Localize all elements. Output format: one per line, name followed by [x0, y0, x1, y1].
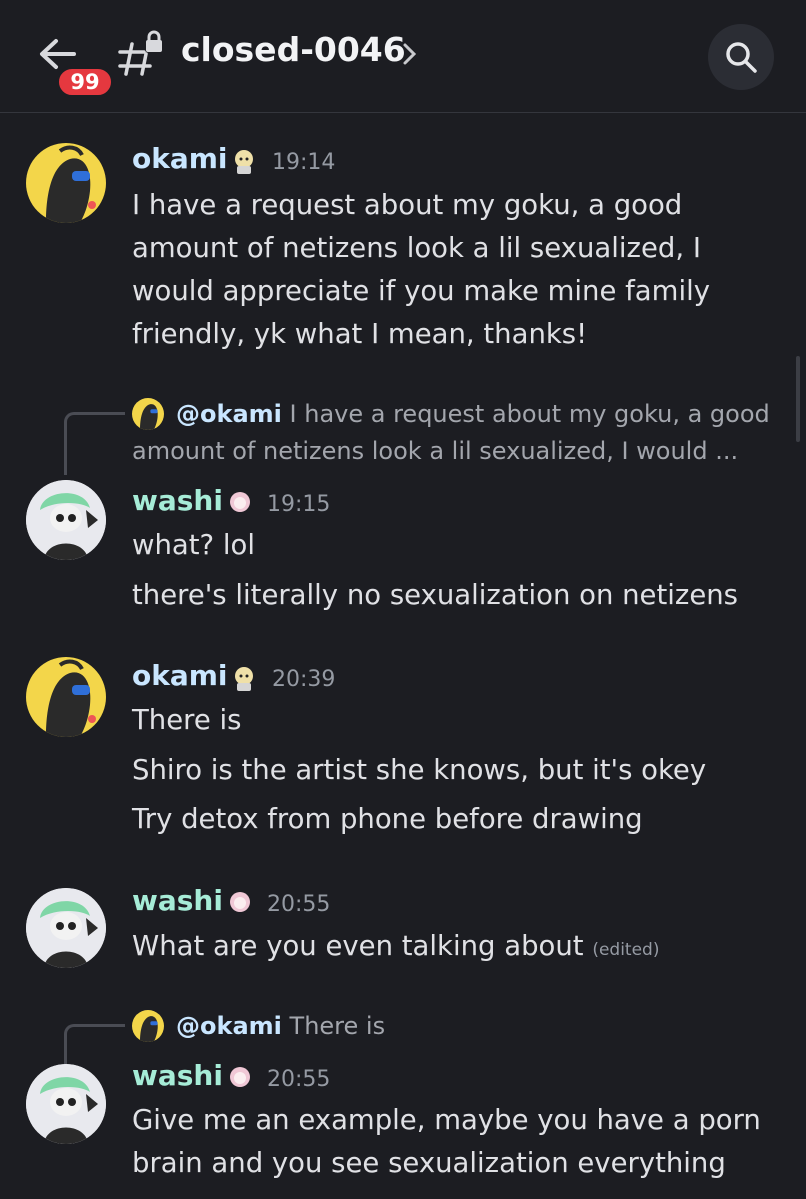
message-line: Shiro is the artist she knows, but it's …	[132, 754, 707, 786]
author-name[interactable]: washi	[132, 484, 223, 517]
avatar-washi[interactable]	[26, 480, 106, 560]
search-icon	[726, 42, 757, 73]
reply-snippet-line2: amount of netizens look a lil sexualized…	[132, 437, 739, 465]
message-line: friendly, yk what I mean, thanks!	[132, 318, 588, 350]
channel-header: 99 closed-0046	[0, 0, 806, 113]
avatar-okami[interactable]	[26, 143, 106, 223]
locked-thread-icon	[118, 30, 164, 80]
message-line: Try detox from phone before drawing	[132, 803, 643, 835]
message-content[interactable]: What are you even talking about (edited)	[132, 925, 659, 972]
role-badge-icon	[230, 1067, 250, 1087]
avatar-washi[interactable]	[26, 1064, 106, 1144]
scrollbar-thumb[interactable]	[796, 356, 800, 442]
okami-avatar-image	[46, 659, 96, 737]
author-name[interactable]: washi	[132, 884, 223, 917]
okami-avatar-image	[46, 145, 96, 223]
message-content[interactable]: There is	[132, 699, 241, 742]
unread-badge: 99	[56, 66, 114, 98]
message-content[interactable]: Shiro is the artist she knows, but it's …	[132, 749, 706, 792]
author-name[interactable]: washi	[132, 1059, 223, 1092]
reply-connector	[64, 412, 125, 475]
reply-avatar	[132, 398, 164, 430]
message-line: would appreciate if you make mine family	[132, 275, 710, 307]
message-timestamp: 20:55	[267, 892, 331, 917]
author-name[interactable]: okami	[132, 142, 228, 175]
message-timestamp: 19:15	[267, 492, 331, 517]
message-line: brain and you see sexualization everythi…	[132, 1147, 726, 1179]
message-timestamp: 19:14	[272, 150, 336, 175]
search-button[interactable]	[708, 24, 774, 90]
author-name[interactable]: okami	[132, 659, 228, 692]
reply-snippet: I have a request about my goku, a good	[289, 400, 770, 428]
message-timestamp: 20:55	[267, 1067, 331, 1092]
message-content[interactable]: what? lol	[132, 524, 255, 567]
channel-name[interactable]: closed-0046	[181, 30, 406, 69]
washi-avatar-image	[26, 480, 106, 560]
reply-avatar	[132, 1010, 164, 1042]
reply-mention: @okami	[176, 1012, 282, 1040]
washi-avatar-image	[26, 1064, 106, 1144]
role-badge-icon	[230, 892, 250, 912]
reply-preview[interactable]: @okami There is	[176, 1008, 385, 1045]
message-line: what? lol	[132, 529, 255, 561]
washi-avatar-image	[26, 888, 106, 968]
role-badge-icon	[235, 150, 253, 174]
message-line: Give me an example, maybe you have a por…	[132, 1104, 761, 1136]
message-content[interactable]: there's literally no sexualization on ne…	[132, 574, 738, 617]
role-badge-icon	[230, 492, 250, 512]
message-content[interactable]: Give me an example, maybe you have a por…	[132, 1099, 761, 1185]
message-content[interactable]: I have a request about my goku, a good a…	[132, 184, 710, 356]
reply-mention: @okami	[176, 400, 282, 428]
reply-snippet: There is	[289, 1012, 386, 1040]
message-timestamp: 20:39	[272, 667, 336, 692]
message-line: There is	[132, 704, 242, 736]
message-content[interactable]: Try detox from phone before drawing	[132, 798, 643, 841]
reply-connector	[64, 1024, 125, 1067]
okami-avatar-image	[140, 404, 158, 430]
avatar-okami[interactable]	[26, 657, 106, 737]
reply-preview[interactable]: @okami I have a request about my goku, a…	[176, 396, 770, 433]
edited-label: (edited)	[592, 940, 660, 960]
chevron-right-icon[interactable]	[402, 42, 418, 66]
message-line: What are you even talking about	[132, 930, 584, 962]
message-line: there's literally no sexualization on ne…	[132, 579, 738, 611]
okami-avatar-image	[140, 1016, 158, 1042]
message-line: amount of netizens look a lil sexualized…	[132, 232, 701, 264]
message-line: I have a request about my goku, a good	[132, 189, 683, 221]
avatar-washi[interactable]	[26, 888, 106, 968]
role-badge-icon	[235, 667, 253, 691]
